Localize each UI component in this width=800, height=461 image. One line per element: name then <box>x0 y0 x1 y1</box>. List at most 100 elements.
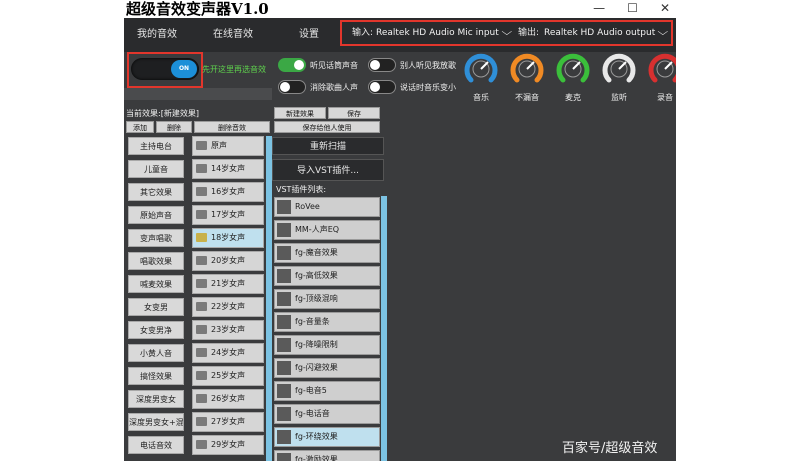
voice-list-item[interactable]: 原声 <box>192 136 264 156</box>
volume-gauge[interactable] <box>646 50 676 88</box>
effect-preset-button[interactable]: 女变男净 <box>128 321 184 339</box>
effect-preset-button[interactable]: 其它效果 <box>128 183 184 201</box>
plugin-icon <box>277 246 291 260</box>
volume-gauge[interactable] <box>508 50 546 88</box>
vst-plugin-label: RoVee <box>295 202 320 211</box>
volume-gauge[interactable] <box>600 50 638 88</box>
close-icon[interactable]: ✕ <box>660 0 670 18</box>
switch-knob <box>370 60 380 70</box>
vst-list-scrollbar[interactable] <box>381 196 387 461</box>
window-controls: — ☐ ✕ <box>593 0 670 18</box>
voice-item-label: 18岁女声 <box>211 233 246 242</box>
voice-item-label: 17岁女声 <box>211 210 246 219</box>
voice-list-item[interactable]: 23岁女声 <box>192 320 264 340</box>
current-effect-label: 当前效果:[新建效果] <box>126 109 199 118</box>
watermark-text: 百家号/超级音效 <box>562 441 658 456</box>
output-device-value: Realtek HD Audio output <box>544 28 656 38</box>
vst-plugin-label: fg-电话音 <box>295 409 330 418</box>
vst-plugin-item[interactable]: MM-人声EQ <box>274 220 380 240</box>
vst-plugin-item[interactable]: fg-顶级混响 <box>274 289 380 309</box>
vst-plugin-item[interactable]: fg-魔音效果 <box>274 243 380 263</box>
voice-list-item[interactable]: 18岁女声 <box>192 228 264 248</box>
switch-label: 说话时音乐变小 <box>400 83 456 92</box>
toggle-hint: 先开这里再选音效 <box>202 65 266 74</box>
vst-plugin-item[interactable]: fg-激励效果 <box>274 450 380 461</box>
effect-preset-button[interactable]: 深度男变女+混响 <box>128 413 184 431</box>
voice-list-item[interactable]: 27岁女声 <box>192 412 264 432</box>
add-button[interactable]: 添加 <box>126 121 154 133</box>
effect-preset-button[interactable]: 主持电台 <box>128 137 184 155</box>
gauge-icon <box>556 53 590 83</box>
effect-preset-button[interactable]: 唱歌效果 <box>128 252 184 270</box>
vst-plugin-item[interactable]: fg-电话音 <box>274 404 380 424</box>
voice-item-label: 20岁女声 <box>211 256 246 265</box>
voice-list-item[interactable]: 16岁女声 <box>192 182 264 202</box>
voice-list-scrollbar[interactable] <box>266 136 272 461</box>
effect-preset-button[interactable]: 喊麦效果 <box>128 275 184 293</box>
vst-plugin-item[interactable]: fg-电音5 <box>274 381 380 401</box>
vst-plugin-item[interactable]: fg-音量条 <box>274 312 380 332</box>
vst-plugin-item[interactable]: RoVee <box>274 197 380 217</box>
effect-preset-button[interactable]: 小黄人音 <box>128 344 184 362</box>
tab-settings[interactable]: 设置 <box>276 18 342 52</box>
switch-knob <box>294 60 304 70</box>
rescan-button[interactable]: 重新扫描 <box>272 137 384 155</box>
maximize-icon[interactable]: ☐ <box>627 0 638 18</box>
vst-plugin-item[interactable]: fg-环绕效果 <box>274 427 380 447</box>
main-power-toggle[interactable]: ON <box>131 58 199 80</box>
gauge-label: 录音 <box>657 93 673 102</box>
voice-list-item[interactable]: 22岁女声 <box>192 297 264 317</box>
switch-toggle[interactable] <box>278 80 306 94</box>
voice-item-label: 22岁女声 <box>211 302 246 311</box>
switch-label: 别人听见我放歌 <box>400 61 456 70</box>
effect-preset-button[interactable]: 变声唱歌 <box>128 229 184 247</box>
output-device-select[interactable]: Realtek HD Audio output ⌵ <box>544 22 668 44</box>
voice-list-item[interactable]: 14岁女声 <box>192 159 264 179</box>
vst-plugin-label: fg-环绕效果 <box>295 432 338 441</box>
voice-list-item[interactable]: 25岁女声 <box>192 366 264 386</box>
effect-preset-button[interactable]: 原始声音 <box>128 206 184 224</box>
voice-list-item[interactable]: 20岁女声 <box>192 251 264 271</box>
new-effect-button[interactable]: 新建效果 <box>274 107 326 119</box>
input-label: 输入: <box>352 28 374 38</box>
vst-plugin-item[interactable]: fg-降噪限制 <box>274 335 380 355</box>
voice-item-label: 23岁女声 <box>211 325 246 334</box>
voice-folder-icon <box>196 279 207 288</box>
plugin-icon <box>277 338 291 352</box>
vst-plugin-label: fg-音量条 <box>295 317 330 326</box>
switch-toggle[interactable] <box>368 58 396 72</box>
plugin-icon <box>277 384 291 398</box>
volume-gauge[interactable] <box>554 50 592 88</box>
minimize-icon[interactable]: — <box>593 0 605 18</box>
output-label: 输出: <box>518 28 540 38</box>
save-for-others-button[interactable]: 保存给他人使用 <box>274 121 380 133</box>
switch-toggle[interactable] <box>368 80 396 94</box>
switch-toggle[interactable] <box>278 58 306 72</box>
input-device-select[interactable]: Realtek HD Audio Mic input ⌵ <box>376 22 512 44</box>
vst-plugin-item[interactable]: fg-闪避效果 <box>274 358 380 378</box>
effect-preset-button[interactable]: 搞怪效果 <box>128 367 184 385</box>
save-button[interactable]: 保存 <box>328 107 380 119</box>
voice-list-item[interactable]: 17岁女声 <box>192 205 264 225</box>
voice-item-label: 14岁女声 <box>211 164 246 173</box>
tab-my-effects[interactable]: 我的音效 <box>124 18 190 52</box>
volume-gauge[interactable] <box>462 50 500 88</box>
remove-button[interactable]: 删除 <box>156 121 192 133</box>
effect-preset-button[interactable]: 女变男 <box>128 298 184 316</box>
audio-device-selector: 输入: Realtek HD Audio Mic input ⌵ 输出: Real… <box>340 20 673 46</box>
effect-preset-button[interactable]: 电话音效 <box>128 436 184 454</box>
voice-list-item[interactable]: 26岁女声 <box>192 389 264 409</box>
vst-plugin-label: fg-激励效果 <box>295 455 338 461</box>
delete-sound-button[interactable]: 删除音效 <box>194 121 270 133</box>
voice-list-item[interactable]: 29岁女声 <box>192 435 264 455</box>
vst-plugin-item[interactable]: fg-高低效果 <box>274 266 380 286</box>
voice-folder-icon <box>196 302 207 311</box>
voice-list-item[interactable]: 24岁女声 <box>192 343 264 363</box>
effect-preset-button[interactable]: 深度男变女 <box>128 390 184 408</box>
import-vst-button[interactable]: 导入VST插件... <box>272 159 384 181</box>
effect-preset-button[interactable]: 儿童音 <box>128 160 184 178</box>
voice-list-item[interactable]: 21岁女声 <box>192 274 264 294</box>
tab-online-effects[interactable]: 在线音效 <box>200 18 266 52</box>
plugin-icon <box>277 200 291 214</box>
switch-knob <box>370 82 380 92</box>
